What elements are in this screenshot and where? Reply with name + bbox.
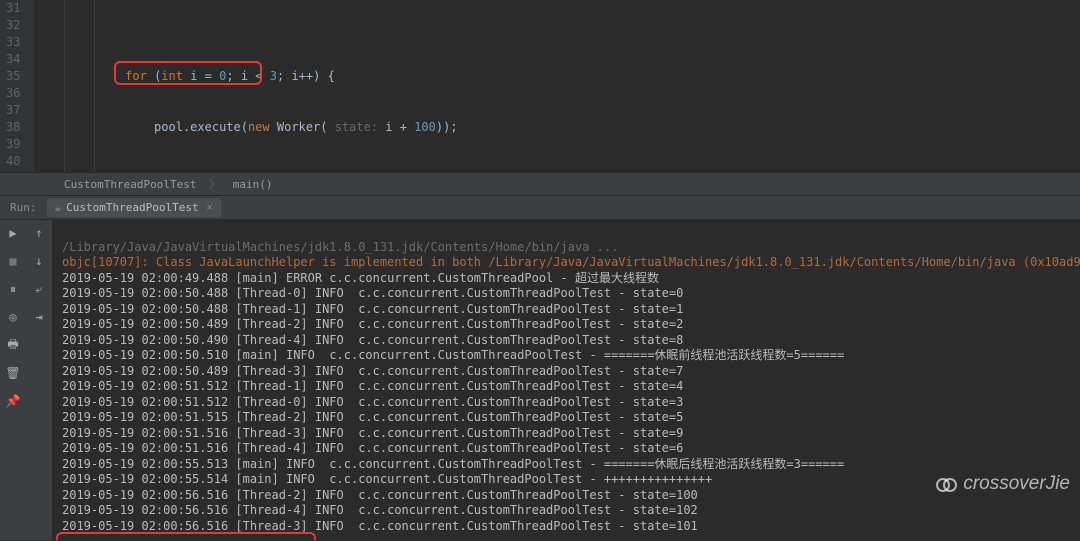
trash-icon[interactable]: 🗑 xyxy=(4,364,22,382)
run-tab-label: CustomThreadPoolTest xyxy=(66,201,198,214)
console-cmd: /Library/Java/JavaVirtualMachines/jdk1.8… xyxy=(62,240,618,254)
line-number: 39 xyxy=(6,136,20,153)
line-number: 36 xyxy=(6,85,20,102)
console-line: 2019-05-19 02:00:50.489 [Thread-3] INFO … xyxy=(62,364,683,378)
wechat-icon xyxy=(936,475,958,493)
watermark: crossoverJie xyxy=(936,473,1070,495)
run-label: Run: xyxy=(0,201,47,214)
run-toolbar-left-1: ▶ ■ ⏸ ◎ 🖶 🗑 📌 xyxy=(0,220,26,540)
line-number: 31 xyxy=(6,0,20,17)
console-line: 2019-05-19 02:00:51.512 [Thread-1] INFO … xyxy=(62,379,683,393)
line-number: 37 xyxy=(6,102,20,119)
console-line: 2019-05-19 02:00:55.513 [main] INFO c.c.… xyxy=(62,457,844,471)
highlight-exit-code xyxy=(56,532,316,540)
line-number: 35 xyxy=(6,68,20,85)
console-line: 2019-05-19 02:00:50.488 [Thread-0] INFO … xyxy=(62,286,683,300)
line-number: 33 xyxy=(6,34,20,51)
scroll-to-end-icon[interactable]: ⇥ xyxy=(30,308,48,326)
soft-wrap-icon[interactable]: ⤶ xyxy=(30,280,48,298)
kw-int: int xyxy=(161,69,183,83)
line-number: 32 xyxy=(6,17,20,34)
breadcrumb-class[interactable]: CustomThreadPoolTest xyxy=(64,178,196,191)
console-line: 2019-05-19 02:00:50.510 [main] INFO c.c.… xyxy=(62,348,844,362)
pause-button[interactable]: ⏸ xyxy=(4,280,22,298)
console-line: 2019-05-19 02:00:56.516 [Thread-3] INFO … xyxy=(62,519,698,533)
console-line: 2019-05-19 02:00:51.516 [Thread-4] INFO … xyxy=(62,441,683,455)
chevron-right-icon: 〉 xyxy=(209,178,220,191)
run-config-tab[interactable]: ☕ CustomThreadPoolTest ✕ xyxy=(47,198,221,217)
line-gutter: 31 32 33 34 35 36 37 38 39 40 41 xyxy=(0,0,34,172)
kw-for: for xyxy=(125,69,147,83)
line-number: 34 xyxy=(6,51,20,68)
run-panel: ▶ ■ ⏸ ◎ 🖶 🗑 📌 ↑ ↓ ⤶ ⇥ /Library/Java/Java… xyxy=(0,220,1080,540)
run-panel-header: Run: ☕ CustomThreadPoolTest ✕ xyxy=(0,196,1080,220)
console-line: 2019-05-19 02:00:51.512 [Thread-0] INFO … xyxy=(62,395,683,409)
code-area[interactable]: for (int i = 0; i < 3; i++) { pool.execu… xyxy=(34,0,457,172)
java-icon: ☕ xyxy=(55,201,62,214)
breadcrumb-method[interactable]: main() xyxy=(233,178,273,191)
console-line: 2019-05-19 02:00:50.489 [Thread-2] INFO … xyxy=(62,317,683,331)
scroll-up-icon[interactable]: ↑ xyxy=(30,224,48,242)
watermark-text: crossoverJie xyxy=(963,473,1070,495)
console-line: 2019-05-19 02:00:55.514 [main] INFO c.c.… xyxy=(62,472,712,486)
close-icon[interactable]: ✕ xyxy=(207,202,213,213)
run-toolbar-left-2: ↑ ↓ ⤶ ⇥ xyxy=(26,220,52,540)
line-number: 38 xyxy=(6,119,20,136)
console-line: 2019-05-19 02:00:49.488 [main] ERROR c.c… xyxy=(62,271,659,285)
line-number: 41 xyxy=(6,170,20,172)
console-line: 2019-05-19 02:00:50.490 [Thread-4] INFO … xyxy=(62,333,683,347)
console-line: 2019-05-19 02:00:51.515 [Thread-2] INFO … xyxy=(62,410,683,424)
stop-button[interactable]: ■ xyxy=(4,252,22,270)
line-number: 40 xyxy=(6,153,20,170)
console-line: 2019-05-19 02:00:56.516 [Thread-4] INFO … xyxy=(62,503,698,517)
console-warn: objc[10707]: Class JavaLaunchHelper is i… xyxy=(62,255,1080,269)
pin-icon[interactable]: 📌 xyxy=(4,392,22,410)
camera-icon[interactable]: ◎ xyxy=(4,308,22,326)
code-editor[interactable]: 31 32 33 34 35 36 37 38 39 40 41 for (in… xyxy=(0,0,1080,172)
run-button[interactable]: ▶ xyxy=(4,224,22,242)
scroll-down-icon[interactable]: ↓ xyxy=(30,252,48,270)
console-output[interactable]: /Library/Java/JavaVirtualMachines/jdk1.8… xyxy=(52,220,1080,540)
print-icon[interactable]: 🖶 xyxy=(4,336,22,354)
param-hint: state: xyxy=(335,120,378,134)
console-line: 2019-05-19 02:00:50.488 [Thread-1] INFO … xyxy=(62,302,683,316)
console-line: 2019-05-19 02:00:51.516 [Thread-3] INFO … xyxy=(62,426,683,440)
console-line: 2019-05-19 02:00:56.516 [Thread-2] INFO … xyxy=(62,488,698,502)
breadcrumb[interactable]: CustomThreadPoolTest 〉 main() xyxy=(0,172,1080,196)
